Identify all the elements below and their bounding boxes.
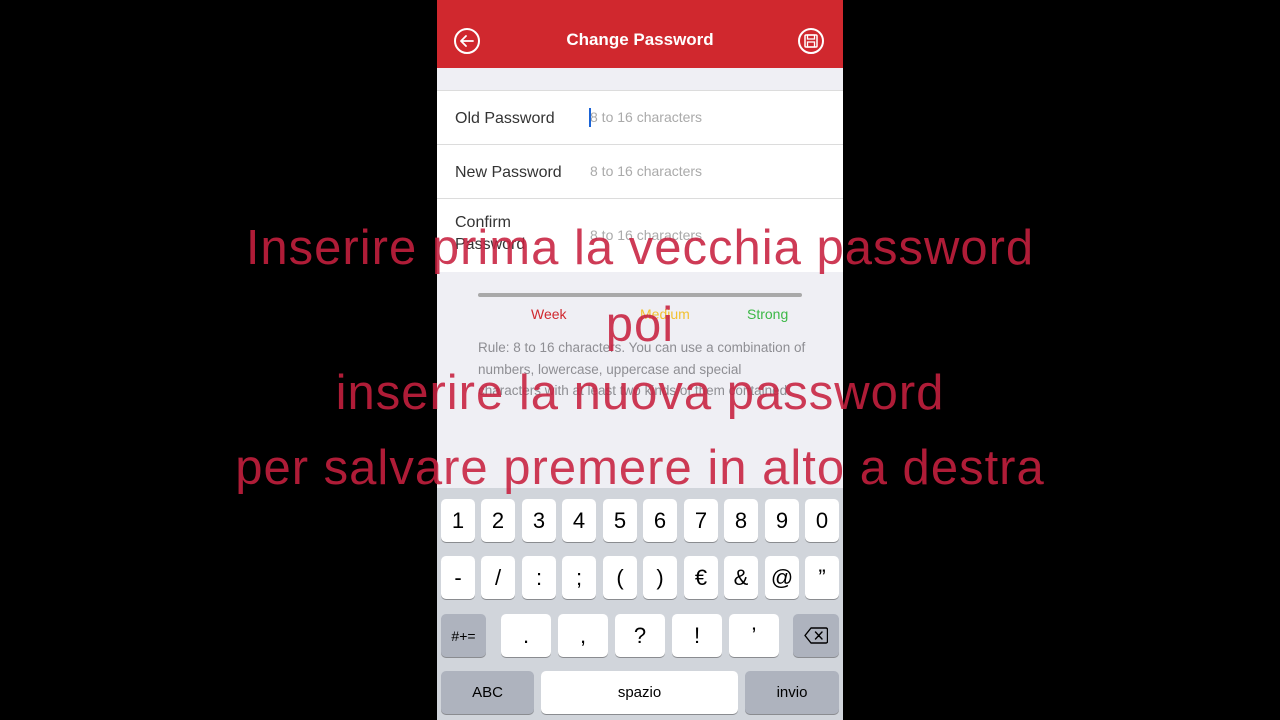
key-6[interactable]: 6 <box>643 499 677 542</box>
save-button[interactable] <box>798 28 824 54</box>
phone-screen: Change Password Old Password New Passwor… <box>437 0 843 720</box>
key-apostrophe[interactable]: ’ <box>729 614 779 657</box>
page-title: Change Password <box>566 30 714 49</box>
key-4[interactable]: 4 <box>562 499 596 542</box>
key-7[interactable]: 7 <box>684 499 718 542</box>
key-0[interactable]: 0 <box>805 499 839 542</box>
key-slash[interactable]: / <box>481 556 515 599</box>
key-2[interactable]: 2 <box>481 499 515 542</box>
delete-key[interactable] <box>793 614 839 657</box>
symbols-key[interactable]: #+= <box>441 614 486 657</box>
abc-key[interactable]: ABC <box>441 671 534 714</box>
key-period[interactable]: . <box>501 614 551 657</box>
return-key[interactable]: invio <box>745 671 839 714</box>
key-colon[interactable]: : <box>522 556 556 599</box>
key-hyphen[interactable]: - <box>441 556 475 599</box>
old-password-input[interactable] <box>590 107 820 127</box>
key-3[interactable]: 3 <box>522 499 556 542</box>
key-5[interactable]: 5 <box>603 499 637 542</box>
old-password-row: Old Password <box>437 90 843 145</box>
navigation-bar: Change Password <box>437 0 843 68</box>
key-quote[interactable]: ” <box>805 556 839 599</box>
new-password-input[interactable] <box>590 161 820 181</box>
key-9[interactable]: 9 <box>765 499 799 542</box>
space-key[interactable]: spazio <box>541 671 738 714</box>
backspace-icon <box>804 627 828 644</box>
key-ampersand[interactable]: & <box>724 556 758 599</box>
floppy-disk-icon <box>804 34 818 48</box>
key-1[interactable]: 1 <box>441 499 475 542</box>
keyboard: 1 2 3 4 5 6 7 8 9 0 - / : ; ( ) € & @ ” … <box>437 488 843 720</box>
caption-line-2: poi <box>605 298 675 352</box>
key-euro[interactable]: € <box>684 556 718 599</box>
key-8[interactable]: 8 <box>724 499 758 542</box>
caption-line-4: per salvare premere in alto a destra <box>235 441 1045 495</box>
key-open-paren[interactable]: ( <box>603 556 637 599</box>
key-comma[interactable]: , <box>558 614 608 657</box>
key-close-paren[interactable]: ) <box>643 556 677 599</box>
key-question[interactable]: ? <box>615 614 665 657</box>
caption-line-3: inserire la nuova password <box>335 366 945 420</box>
old-password-label: Old Password <box>455 110 555 127</box>
key-at[interactable]: @ <box>765 556 799 599</box>
caption-line-1: Inserire prima la vecchia password <box>245 221 1035 275</box>
new-password-row: New Password <box>437 145 843 199</box>
key-semicolon[interactable]: ; <box>562 556 596 599</box>
text-cursor <box>589 108 591 127</box>
new-password-label: New Password <box>455 164 562 181</box>
key-exclamation[interactable]: ! <box>672 614 722 657</box>
